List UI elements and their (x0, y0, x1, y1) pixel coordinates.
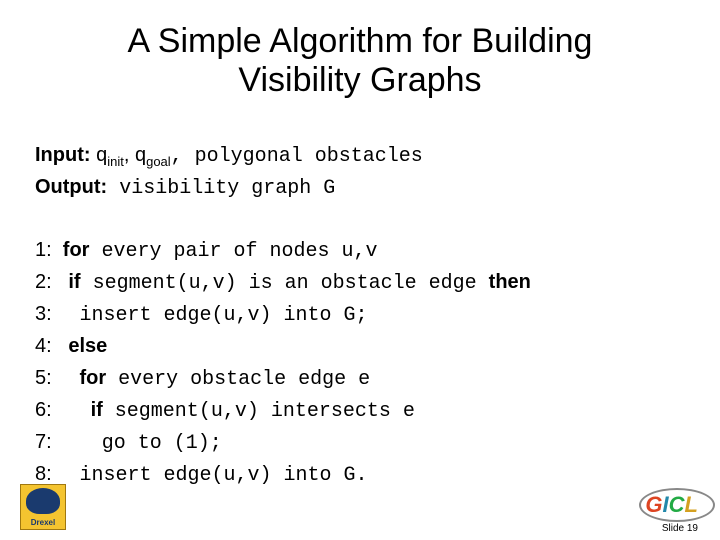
input-label: Input: (35, 144, 91, 166)
code-line-3: 3: insert edge(u,v) into G; (35, 299, 531, 331)
slide: A Simple Algorithm for Building Visibili… (0, 0, 720, 540)
slide-title: A Simple Algorithm for Building Visibili… (0, 0, 720, 100)
slide-number: Slide 19 (662, 523, 698, 534)
title-clip-overlay (35, 118, 685, 142)
code-line-1: 1: for every pair of nodes u,v (35, 235, 531, 267)
input-line: Input: qinit, qgoal, polygonal obstacles (35, 140, 531, 172)
drexel-text: Drexel (21, 518, 65, 527)
gicl-ring-icon (639, 488, 715, 522)
output-label: Output: (35, 176, 107, 198)
code-line-4: 4: else (35, 331, 531, 363)
blank-line (35, 204, 531, 235)
algorithm-body: Input: qinit, qgoal, polygonal obstacles… (35, 140, 531, 491)
gicl-logo: GICL (645, 492, 698, 518)
code-line-7: 7: go to (1); (35, 427, 531, 459)
title-line-1: A Simple Algorithm for Building (128, 22, 593, 60)
code-line-5: 5: for every obstacle edge e (35, 363, 531, 395)
drexel-logo: Drexel (20, 484, 66, 530)
output-line: Output: visibility graph G (35, 172, 531, 204)
code-line-2: 2: if segment(u,v) is an obstacle edge t… (35, 267, 531, 299)
drexel-crest-icon (26, 488, 60, 514)
footer: Drexel GICL Slide 19 (0, 480, 720, 540)
title-line-2: Visibility Graphs (238, 61, 481, 99)
code-line-6: 6: if segment(u,v) intersects e (35, 395, 531, 427)
